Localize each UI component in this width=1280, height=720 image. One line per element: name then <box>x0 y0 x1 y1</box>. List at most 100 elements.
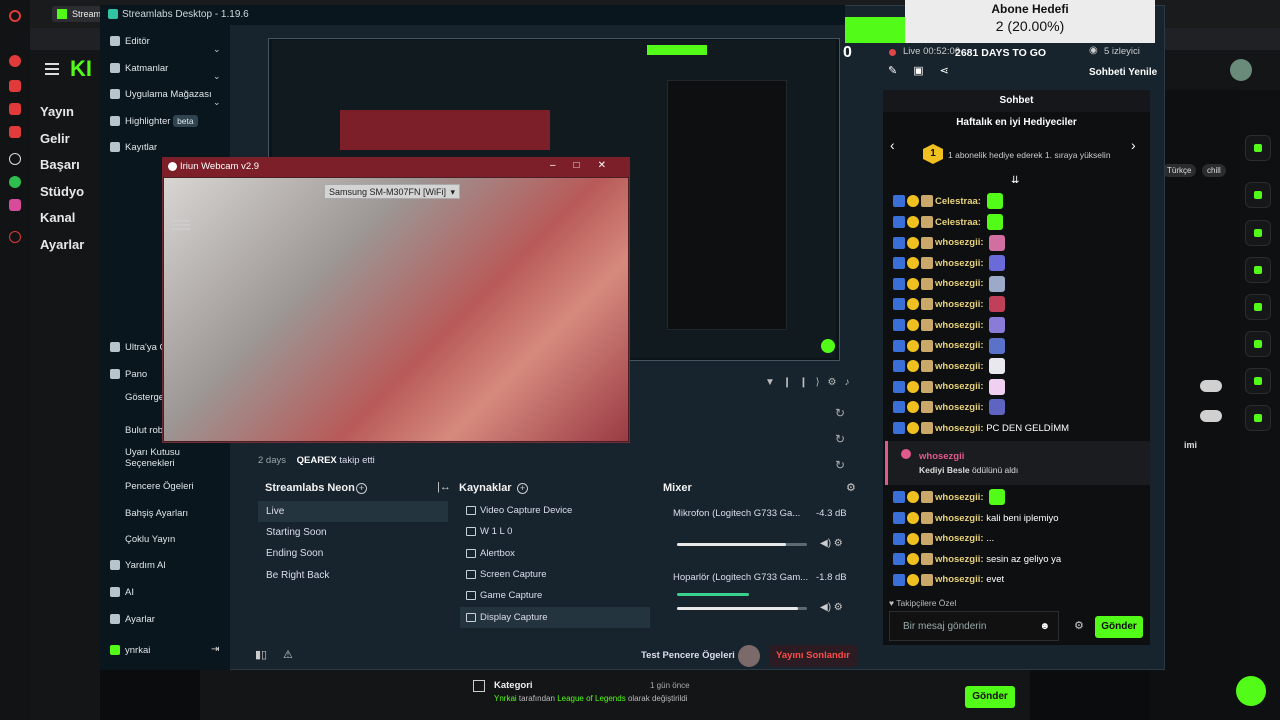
menu-settings[interactable]: Ayarlar <box>125 614 155 625</box>
chevron-down-icon[interactable]: ⌄ ⌄ ⌄ <box>213 36 221 116</box>
scene-item[interactable]: Ending Soon <box>258 543 448 564</box>
nav-yayin[interactable]: Yayın <box>40 104 74 119</box>
menu-alertbox[interactable]: Uyarı Kutusu Seçenekleri <box>125 447 215 469</box>
hamburger-icon[interactable] <box>172 220 190 222</box>
avatar[interactable] <box>1230 59 1252 81</box>
menu-highlighter[interactable]: Highlighter beta <box>125 115 198 127</box>
webcam-window-controls[interactable]: –□✕ <box>550 160 624 171</box>
heart-icon[interactable] <box>9 231 21 243</box>
source-item[interactable]: Video Capture Device <box>460 500 650 521</box>
menu-multistream[interactable]: Çoklu Yayın <box>125 534 175 545</box>
chat-username[interactable]: whosezgii: <box>935 554 986 565</box>
chat-username[interactable]: whosezgii: <box>935 492 986 503</box>
nav-ayarlar[interactable]: Ayarlar <box>40 237 84 252</box>
scene-item[interactable]: Starting Soon <box>258 522 448 543</box>
menu-recordings[interactable]: Kayıtlar <box>125 142 157 153</box>
instagram-icon[interactable] <box>9 199 21 211</box>
tag-chip[interactable]: Türkçe <box>1162 164 1197 177</box>
help-icon[interactable] <box>1236 676 1266 706</box>
nav-kanal[interactable]: Kanal <box>40 210 75 225</box>
chat-username[interactable]: whosezgii: <box>935 533 986 544</box>
menu-account[interactable]: ynrkai <box>125 645 150 656</box>
chat-username[interactable]: whosezgii: <box>935 278 986 289</box>
document-icon[interactable] <box>1245 257 1271 283</box>
target-icon[interactable] <box>1245 182 1271 208</box>
source-item[interactable]: Screen Capture <box>460 564 650 585</box>
menu-app-store[interactable]: Uygulama Mağazası <box>125 89 212 100</box>
send-button[interactable]: Gönder <box>1095 616 1143 638</box>
toggle-switch[interactable] <box>1200 380 1222 392</box>
chat-username[interactable]: Celestraa: <box>935 196 984 207</box>
logout-icon[interactable]: ⇥ <box>211 644 219 655</box>
source-item[interactable]: W 1 L 0 <box>460 521 650 542</box>
menu-dashboard[interactable]: Pano <box>125 369 147 380</box>
source-item[interactable]: Game Capture <box>460 585 650 606</box>
chat-message-input[interactable]: Bir mesaj gönderin ☻ <box>889 611 1059 641</box>
sidebar-app-icon[interactable] <box>9 126 21 138</box>
end-stream-button[interactable]: Yayını Sonlandır <box>769 645 857 667</box>
sidebar-app-icon[interactable] <box>9 55 21 67</box>
menu-cloudbot[interactable]: Bulut rob <box>125 425 163 436</box>
sidebar-app-icon[interactable] <box>9 103 21 115</box>
opera-logo-icon[interactable] <box>9 10 21 22</box>
prev-arrow-icon[interactable]: ‹ <box>890 137 895 153</box>
card-icon[interactable] <box>1245 368 1271 394</box>
chat-username[interactable]: whosezgii: <box>935 423 986 434</box>
chat-username[interactable]: whosezgii: <box>935 574 986 585</box>
chat-tools[interactable]: ✎▣⋖ <box>888 64 965 77</box>
collapse-icon[interactable]: |↔ <box>437 481 451 493</box>
chat-username[interactable]: whosezgii: <box>935 513 986 524</box>
chat-username[interactable]: Celestraa: <box>935 217 984 228</box>
broadcast-icon[interactable] <box>1245 331 1271 357</box>
nav-basari[interactable]: Başarı <box>40 157 80 172</box>
test-widgets-button[interactable]: Test Pencere Ögeleri <box>641 650 735 661</box>
wrench-icon[interactable] <box>1245 405 1271 431</box>
lightning-icon[interactable] <box>1245 220 1271 246</box>
nav-studyo[interactable]: Stüdyo <box>40 184 84 199</box>
chatgpt-icon[interactable] <box>9 153 21 165</box>
menu-editor[interactable]: Editör <box>125 36 150 47</box>
menu-ultra[interactable]: Ultra'ya G <box>125 342 167 353</box>
menu-help[interactable]: Yardım Al <box>125 560 165 571</box>
mute-icon[interactable]: ◀) ⚙ <box>820 538 843 549</box>
sidebar-app-icon[interactable] <box>9 80 21 92</box>
chat-username[interactable]: whosezgii: <box>935 381 986 392</box>
menu-widgets[interactable]: Pencere Ögeleri <box>125 481 194 492</box>
chat-username[interactable]: whosezgii: <box>935 340 986 351</box>
chat-username[interactable]: whosezgii: <box>935 320 986 331</box>
gear-icon[interactable]: ⚙ <box>846 481 856 494</box>
chat-username[interactable]: whosezgii: <box>935 402 986 413</box>
gear-icon[interactable]: ⚙ <box>1074 619 1084 632</box>
menu-layers[interactable]: Katmanlar <box>125 63 168 74</box>
tag-chip[interactable]: chill <box>1202 164 1226 177</box>
chat-username[interactable]: whosezgii: <box>935 299 986 310</box>
send-button[interactable]: Gönder <box>965 686 1015 708</box>
chat-username[interactable]: whosezgii: <box>935 361 986 372</box>
menu-ai[interactable]: AI <box>125 587 134 598</box>
stats-icon[interactable]: ▮▯ <box>255 648 267 661</box>
chat-username[interactable]: whosezgii: <box>935 237 986 248</box>
chat-username[interactable]: whosezgii: <box>935 258 986 269</box>
kick-logo[interactable]: KI <box>70 56 92 82</box>
device-select[interactable]: Samsung SM-M307FN [WiFi] ▾ <box>324 184 460 199</box>
menu-tips[interactable]: Bahşiş Ayarları <box>125 508 188 519</box>
scene-item[interactable]: Be Right Back <box>258 565 448 586</box>
next-arrow-icon[interactable]: › <box>1131 137 1136 153</box>
scroll-down-icon[interactable]: ⇊ <box>1011 175 1019 186</box>
add-source-icon[interactable]: + <box>517 483 528 494</box>
source-item[interactable]: Alertbox <box>460 543 650 564</box>
activity-toolbar[interactable]: ▼❙❙⟩⚙♪ <box>765 377 858 388</box>
edit-icon[interactable] <box>1245 135 1271 161</box>
alert-icon[interactable]: ⚠ <box>283 648 293 661</box>
refresh-chat-button[interactable]: Sohbeti Yenile <box>1089 67 1157 78</box>
chat-icon[interactable] <box>1245 294 1271 320</box>
mute-icon[interactable]: ◀) ⚙ <box>820 602 843 613</box>
nav-gelir[interactable]: Gelir <box>40 131 70 146</box>
whatsapp-icon[interactable] <box>9 176 21 188</box>
source-item[interactable]: Display Capture <box>460 607 650 628</box>
menu-icon[interactable] <box>45 63 59 65</box>
add-scene-icon[interactable]: + <box>356 483 367 494</box>
refresh-icon[interactable]: ↻ ↻ ↻ <box>835 400 845 478</box>
scene-item[interactable]: Live <box>258 501 448 522</box>
toggle-switch[interactable] <box>1200 410 1222 422</box>
